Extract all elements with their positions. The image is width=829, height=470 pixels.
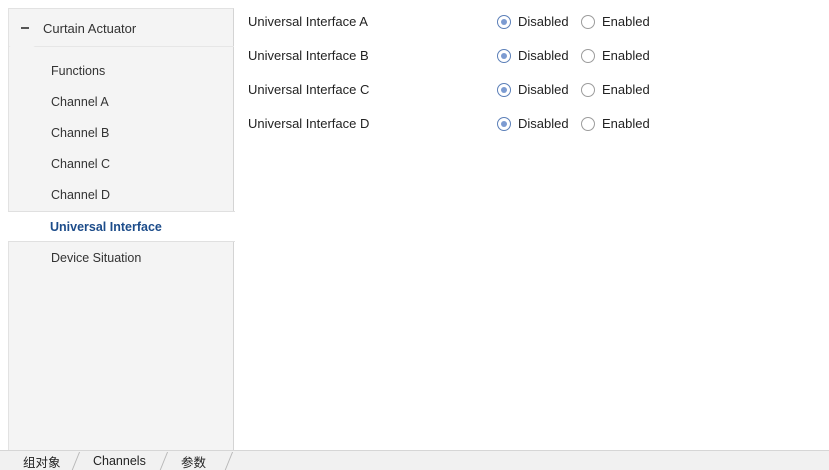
tab-label: Channels — [93, 454, 146, 468]
radio-disabled[interactable]: Disabled — [497, 14, 569, 29]
tree-header-divider — [9, 46, 234, 47]
tab-parameters[interactable]: 参数 — [181, 451, 206, 470]
tree-root-node[interactable]: Curtain Actuator — [9, 9, 234, 47]
radio-enabled[interactable]: Enabled — [581, 48, 650, 63]
sidebar-item-channel-b[interactable]: Channel B — [9, 117, 235, 148]
sidebar-item-label: Channel B — [51, 125, 110, 140]
radio-enabled[interactable]: Enabled — [581, 82, 650, 97]
radio-label: Enabled — [602, 116, 650, 131]
param-row-universal-interface-a: Universal Interface A Disabled Enabled — [235, 8, 829, 42]
radio-checked-icon[interactable] — [497, 116, 511, 131]
tab-channels[interactable]: Channels — [93, 451, 146, 470]
tab-label: 组对象 — [23, 455, 61, 470]
bottom-tab-bar: 组对象 Channels 参数 — [0, 450, 829, 470]
param-label: Universal Interface C — [248, 82, 370, 97]
collapse-minus-icon[interactable] — [21, 27, 29, 29]
param-row-universal-interface-d: Universal Interface D Disabled Enabled — [235, 110, 829, 144]
radio-unchecked-icon[interactable] — [581, 14, 595, 29]
radio-checked-icon[interactable] — [497, 82, 511, 97]
radio-label: Disabled — [518, 82, 569, 97]
radio-label: Disabled — [518, 14, 569, 29]
radio-checked-icon[interactable] — [497, 14, 511, 29]
sidebar-item-label: Channel A — [51, 94, 109, 109]
radio-enabled[interactable]: Enabled — [581, 116, 650, 131]
param-label: Universal Interface B — [248, 48, 369, 63]
sidebar-item-universal-interface[interactable]: Universal Interface — [8, 211, 235, 242]
param-label: Universal Interface A — [248, 14, 368, 29]
radio-label: Enabled — [602, 14, 650, 29]
sidebar-item-device-situation[interactable]: Device Situation — [9, 242, 235, 273]
radio-unchecked-icon[interactable] — [581, 48, 595, 63]
sidebar-item-label: Functions — [51, 63, 106, 78]
radio-disabled[interactable]: Disabled — [497, 116, 569, 131]
sidebar-item-functions[interactable]: Functions — [9, 55, 235, 86]
tab-separator — [223, 452, 234, 470]
sidebar-item-channel-d[interactable]: Channel D — [9, 179, 235, 210]
parameter-tree-sidebar: Curtain Actuator Functions Channel A Cha… — [8, 8, 235, 450]
radio-enabled[interactable]: Enabled — [581, 14, 650, 29]
param-label: Universal Interface D — [248, 116, 370, 131]
radio-label: Enabled — [602, 82, 650, 97]
sidebar-item-label: Channel D — [51, 187, 111, 202]
radio-unchecked-icon[interactable] — [581, 116, 595, 131]
tab-separator — [70, 452, 81, 470]
radio-disabled[interactable]: Disabled — [497, 48, 569, 63]
param-row-universal-interface-b: Universal Interface B Disabled Enabled — [235, 42, 829, 76]
radio-label: Disabled — [518, 116, 569, 131]
radio-label: Disabled — [518, 48, 569, 63]
sidebar-item-label: Channel C — [51, 156, 111, 171]
sidebar-item-channel-c[interactable]: Channel C — [9, 148, 235, 179]
radio-checked-icon[interactable] — [497, 48, 511, 63]
tree-root-label: Curtain Actuator — [43, 20, 137, 36]
tab-group-objects[interactable]: 组对象 — [23, 451, 61, 470]
radio-disabled[interactable]: Disabled — [497, 82, 569, 97]
application-window: Curtain Actuator Functions Channel A Cha… — [0, 0, 829, 470]
sidebar-item-channel-a[interactable]: Channel A — [9, 86, 235, 117]
radio-unchecked-icon[interactable] — [581, 82, 595, 97]
param-row-universal-interface-c: Universal Interface C Disabled Enabled — [235, 76, 829, 110]
tab-separator — [158, 452, 169, 470]
tree-header-notch — [9, 46, 35, 54]
tab-label: 参数 — [181, 455, 207, 470]
sidebar-item-label: Universal Interface — [50, 219, 162, 234]
sidebar-item-label: Device Situation — [51, 250, 142, 265]
radio-label: Enabled — [602, 48, 650, 63]
parameter-panel: Universal Interface A Disabled Enabled U… — [235, 8, 829, 450]
